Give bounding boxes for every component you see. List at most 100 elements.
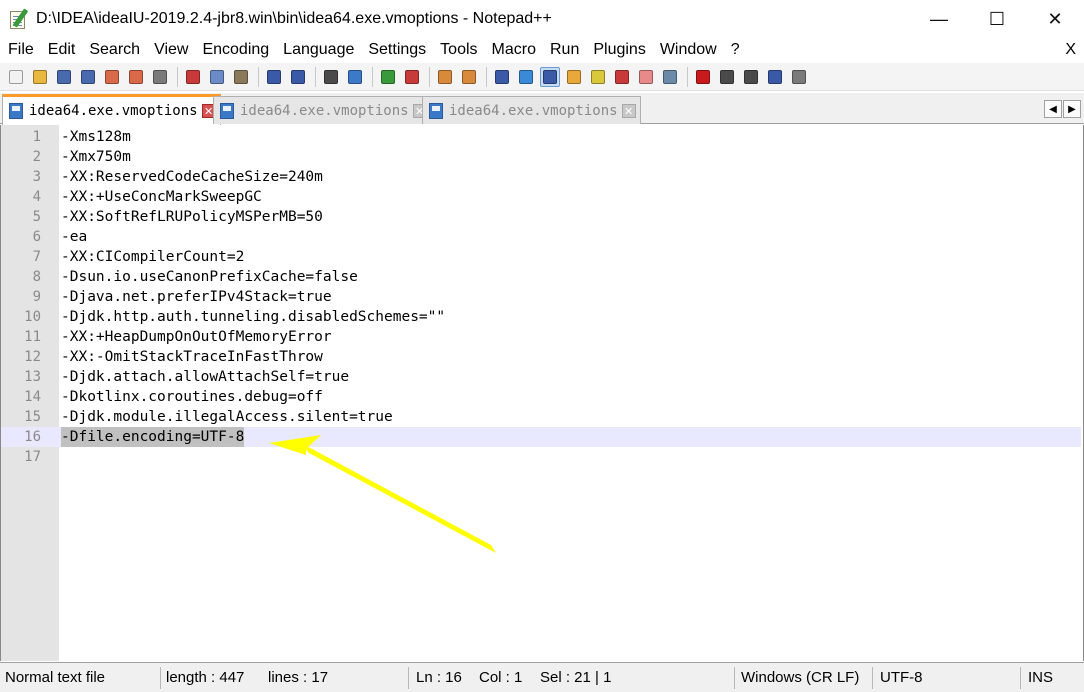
line-text: -XX:CICompilerCount=2: [61, 249, 245, 265]
status-insert-mode[interactable]: INS: [1028, 663, 1053, 692]
line-number: 8: [32, 269, 41, 285]
menu-run[interactable]: Run: [543, 38, 586, 62]
editor-line[interactable]: 13 -Djdk.attach.allowAttachSelf=true: [1, 367, 1081, 387]
minimize-button[interactable]: —: [910, 0, 968, 38]
line-number: 9: [32, 289, 41, 305]
menu-view[interactable]: View: [147, 38, 195, 62]
tab-document-3[interactable]: idea64.exe.vmoptions ✕: [422, 96, 641, 124]
menu-window[interactable]: Window: [653, 38, 724, 62]
function-list-icon[interactable]: [612, 67, 632, 87]
zoom-in-icon[interactable]: [378, 67, 398, 87]
stop-recording-icon[interactable]: [717, 67, 737, 87]
maximize-button[interactable]: ☐: [968, 0, 1026, 38]
open-file-icon[interactable]: [30, 67, 50, 87]
menu-tools[interactable]: Tools: [433, 38, 484, 62]
menu-macro[interactable]: Macro: [485, 38, 543, 62]
menu-search[interactable]: Search: [82, 38, 147, 62]
record-macro-icon[interactable]: [693, 67, 713, 87]
save-all-icon[interactable]: [78, 67, 98, 87]
monitoring-icon[interactable]: [660, 67, 680, 87]
status-encoding[interactable]: UTF-8: [880, 663, 923, 692]
notepad-plus-plus-icon: [8, 8, 30, 30]
redo-icon[interactable]: [288, 67, 308, 87]
title-bar: D:\IDEA\ideaIU-2019.2.4-jbr8.win\bin\ide…: [0, 0, 1084, 38]
menu-edit[interactable]: Edit: [41, 38, 83, 62]
line-text: -Djava.net.preferIPv4Stack=true: [61, 289, 332, 305]
menu-plugins[interactable]: Plugins: [586, 38, 652, 62]
folder-as-workspace-icon[interactable]: [636, 67, 656, 87]
menu-encoding[interactable]: Encoding: [195, 38, 276, 62]
toolbar-separator: [315, 66, 316, 87]
editor-line[interactable]: 2 -Xmx750m: [1, 147, 1081, 167]
new-file-icon[interactable]: [6, 67, 26, 87]
close-all-icon[interactable]: [126, 67, 146, 87]
current-line[interactable]: 16 -Dfile.encoding=UTF-8: [1, 427, 1081, 447]
editor-line[interactable]: 8 -Dsun.io.useCanonPrefixCache=false: [1, 267, 1081, 287]
editor-line[interactable]: 4 -XX:+UseConcMarkSweepGC: [1, 187, 1081, 207]
status-line-endings[interactable]: Windows (CR LF): [741, 663, 859, 692]
menu-language[interactable]: Language: [276, 38, 361, 62]
editor-line[interactable]: 6 -ea: [1, 227, 1081, 247]
menu-file[interactable]: File: [0, 38, 41, 62]
show-all-chars-icon[interactable]: [516, 67, 536, 87]
undo-icon[interactable]: [264, 67, 284, 87]
editor-line[interactable]: 3 -XX:ReservedCodeCacheSize=240m: [1, 167, 1081, 187]
tab-close-icon[interactable]: ✕: [621, 103, 636, 118]
line-number: 6: [32, 229, 41, 245]
toolbar: [0, 63, 1084, 91]
editor-line[interactable]: 7 -XX:CICompilerCount=2: [1, 247, 1081, 267]
replace-icon[interactable]: [345, 67, 365, 87]
paste-icon[interactable]: [231, 67, 251, 87]
file-icon: [220, 102, 234, 119]
close-document-button[interactable]: X: [1065, 38, 1076, 62]
line-text: -XX:SoftRefLRUPolicyMSPerMB=50: [61, 209, 323, 225]
editor-line[interactable]: 12 -XX:-OmitStackTraceInFastThrow: [1, 347, 1081, 367]
line-text: -Dfile.encoding=UTF-8: [61, 427, 245, 447]
editor-line[interactable]: 11 -XX:+HeapDumpOnOutOfMemoryError: [1, 327, 1081, 347]
save-macro-icon[interactable]: [789, 67, 809, 87]
line-number: 10: [24, 309, 41, 325]
line-text: -ea: [61, 229, 88, 245]
tab-scroll-right-button[interactable]: ▶: [1063, 100, 1081, 118]
save-icon[interactable]: [54, 67, 74, 87]
print-icon[interactable]: [150, 67, 170, 87]
status-bar: Normal text file length : 447 lines : 17…: [0, 662, 1084, 692]
zoom-out-icon[interactable]: [402, 67, 422, 87]
tab-document-2[interactable]: idea64.exe.vmoptions ✕: [213, 96, 432, 124]
editor-line[interactable]: 9 -Djava.net.preferIPv4Stack=true: [1, 287, 1081, 307]
editor-line[interactable]: 5 -XX:SoftRefLRUPolicyMSPerMB=50: [1, 207, 1081, 227]
cut-icon[interactable]: [183, 67, 203, 87]
indent-guide-icon[interactable]: [540, 66, 560, 87]
tab-document-1[interactable]: idea64.exe.vmoptions ✕: [2, 94, 221, 125]
run-macro-multiple-icon[interactable]: [765, 67, 785, 87]
editor-line[interactable]: 17: [1, 447, 1081, 467]
line-text: -Djdk.attach.allowAttachSelf=true: [61, 369, 350, 385]
editor-line[interactable]: 14 -Dkotlinx.coroutines.debug=off: [1, 387, 1081, 407]
find-icon[interactable]: [321, 67, 341, 87]
line-number: 14: [24, 389, 41, 405]
line-number: 2: [32, 149, 41, 165]
line-text: -XX:+HeapDumpOnOutOfMemoryError: [61, 329, 332, 345]
toolbar-separator: [486, 66, 487, 87]
tab-scroll-left-button[interactable]: ◀: [1044, 100, 1062, 118]
line-number: 7: [32, 249, 41, 265]
play-macro-icon[interactable]: [741, 67, 761, 87]
toolbar-separator: [429, 66, 430, 87]
user-define-language-icon[interactable]: [564, 67, 584, 87]
editor-line[interactable]: 1 -Xms128m: [1, 127, 1081, 147]
word-wrap-icon[interactable]: [492, 67, 512, 87]
menu-help[interactable]: ?: [724, 38, 747, 62]
sync-horizontal-icon[interactable]: [459, 67, 479, 87]
line-number: 5: [32, 209, 41, 225]
copy-icon[interactable]: [207, 67, 227, 87]
menu-settings[interactable]: Settings: [361, 38, 433, 62]
close-icon[interactable]: [102, 67, 122, 87]
line-text: -XX:-OmitStackTraceInFastThrow: [61, 349, 323, 365]
document-map-icon[interactable]: [588, 67, 608, 87]
close-window-button[interactable]: ✕: [1026, 0, 1084, 38]
sync-vertical-icon[interactable]: [435, 67, 455, 87]
status-lines: lines : 17: [268, 669, 329, 686]
editor-line[interactable]: 15 -Djdk.module.illegalAccess.silent=true: [1, 407, 1081, 427]
editor-line[interactable]: 10 -Djdk.http.auth.tunneling.disabledSche…: [1, 307, 1081, 327]
text-editor[interactable]: 1 -Xms128m 2 -Xmx750m 3 -XX:ReservedCodeCache…: [0, 125, 1084, 661]
